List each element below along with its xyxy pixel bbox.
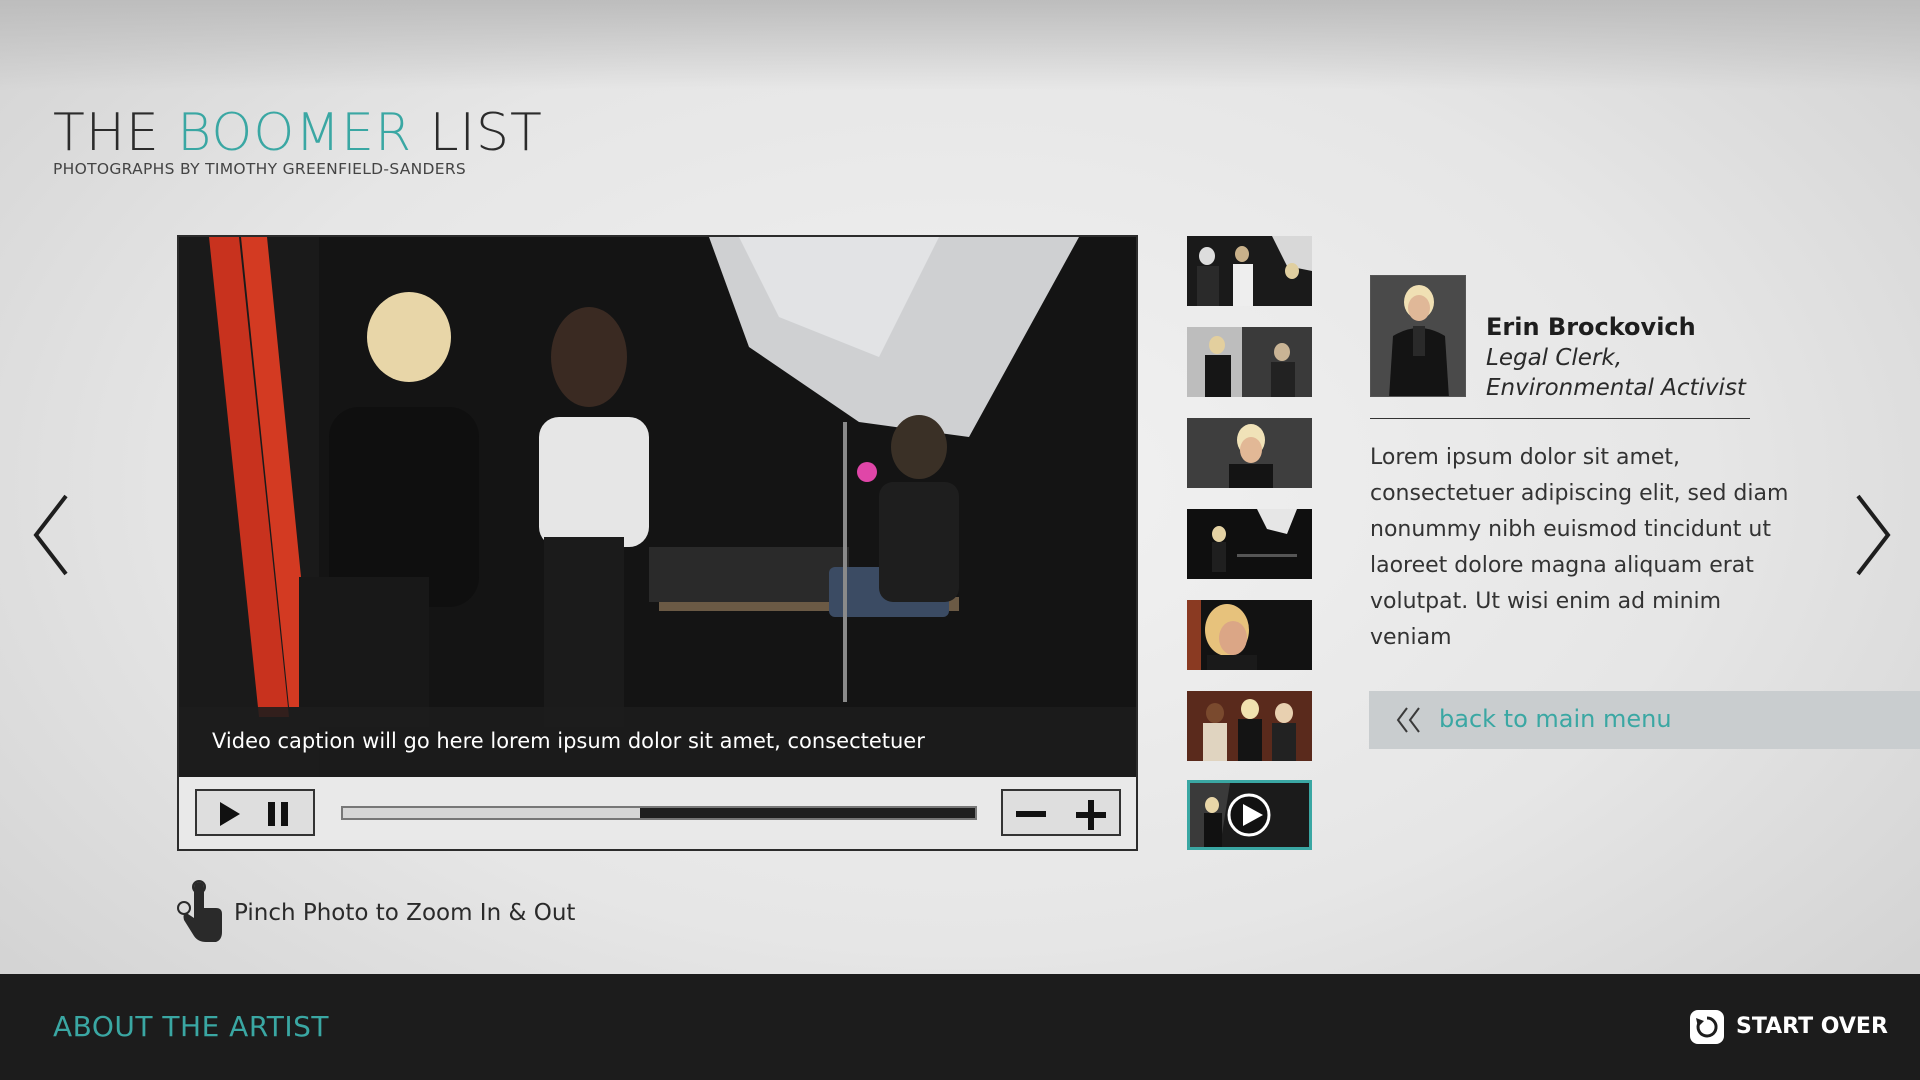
thumbnail-7-video[interactable] <box>1187 780 1312 850</box>
portrait-image <box>1371 276 1465 396</box>
playback-buttons <box>195 789 315 836</box>
profile-divider <box>1370 418 1750 419</box>
profile-role-line-2: Environmental Activist <box>1486 375 1746 401</box>
page-subtitle: PHOTOGRAPHS BY TIMOTHY GREENFIELD-SANDER… <box>53 160 467 178</box>
about-the-artist-link[interactable]: ABOUT THE ARTIST <box>53 1010 329 1043</box>
zoom-in-button[interactable] <box>1075 799 1107 831</box>
thumbnail-4[interactable] <box>1187 509 1312 579</box>
video-progress-bar[interactable] <box>341 806 977 820</box>
photo-thumbnail-icon <box>1187 236 1312 306</box>
profile-portrait <box>1370 275 1466 397</box>
title-accent: BOOMER <box>177 103 413 163</box>
double-chevron-left-icon <box>1396 707 1420 733</box>
pause-button[interactable] <box>265 801 291 827</box>
thumbnail-6[interactable] <box>1187 691 1312 761</box>
pinch-hand-icon <box>177 880 222 942</box>
photo-thumbnail-icon <box>1187 509 1312 579</box>
profile-bio: Lorem ipsum dolor sit amet, consectetuer… <box>1370 445 1789 650</box>
page-title: THE BOOMER LIST <box>53 103 543 163</box>
thumbnail-1[interactable] <box>1187 236 1312 306</box>
video-controls <box>179 777 1136 849</box>
progress-fill <box>343 808 641 818</box>
profile-name: Erin Brockovich <box>1486 313 1696 341</box>
video-frame[interactable]: Video caption will go here lorem ipsum d… <box>179 237 1136 777</box>
profile-role: Legal Clerk, Environmental Activist <box>1486 343 1786 403</box>
profile-role-line-1: Legal Clerk, <box>1486 345 1623 371</box>
next-arrow-icon[interactable] <box>1852 492 1894 578</box>
photo-thumbnail-icon <box>1187 418 1312 488</box>
video-player: Video caption will go here lorem ipsum d… <box>177 235 1138 851</box>
start-over-label: START OVER <box>1736 1014 1888 1039</box>
thumbnail-3[interactable] <box>1187 418 1312 488</box>
play-button[interactable] <box>217 801 243 827</box>
video-still <box>179 237 1136 777</box>
title-part-1: THE <box>53 103 178 163</box>
thumbnail-2[interactable] <box>1187 327 1312 397</box>
video-caption: Video caption will go here lorem ipsum d… <box>179 707 1136 777</box>
pinch-zoom-hint-text: Pinch Photo to Zoom In & Out <box>234 900 576 926</box>
previous-arrow-icon[interactable] <box>30 492 72 578</box>
footer-bar: ABOUT THE ARTIST START OVER <box>0 974 1920 1080</box>
zoom-buttons <box>1001 789 1121 836</box>
photo-thumbnail-icon <box>1187 600 1312 670</box>
photo-thumbnail-icon <box>1187 327 1312 397</box>
back-to-main-menu-label: back to main menu <box>1439 705 1672 733</box>
restart-icon <box>1690 1010 1724 1044</box>
video-thumbnail-icon <box>1190 783 1309 847</box>
top-shade <box>0 0 1920 90</box>
back-to-main-menu-button[interactable]: back to main menu <box>1369 691 1920 749</box>
thumbnail-5[interactable] <box>1187 600 1312 670</box>
photo-thumbnail-icon <box>1187 691 1312 761</box>
zoom-out-button[interactable] <box>1015 801 1047 827</box>
title-part-2: LIST <box>412 103 543 163</box>
